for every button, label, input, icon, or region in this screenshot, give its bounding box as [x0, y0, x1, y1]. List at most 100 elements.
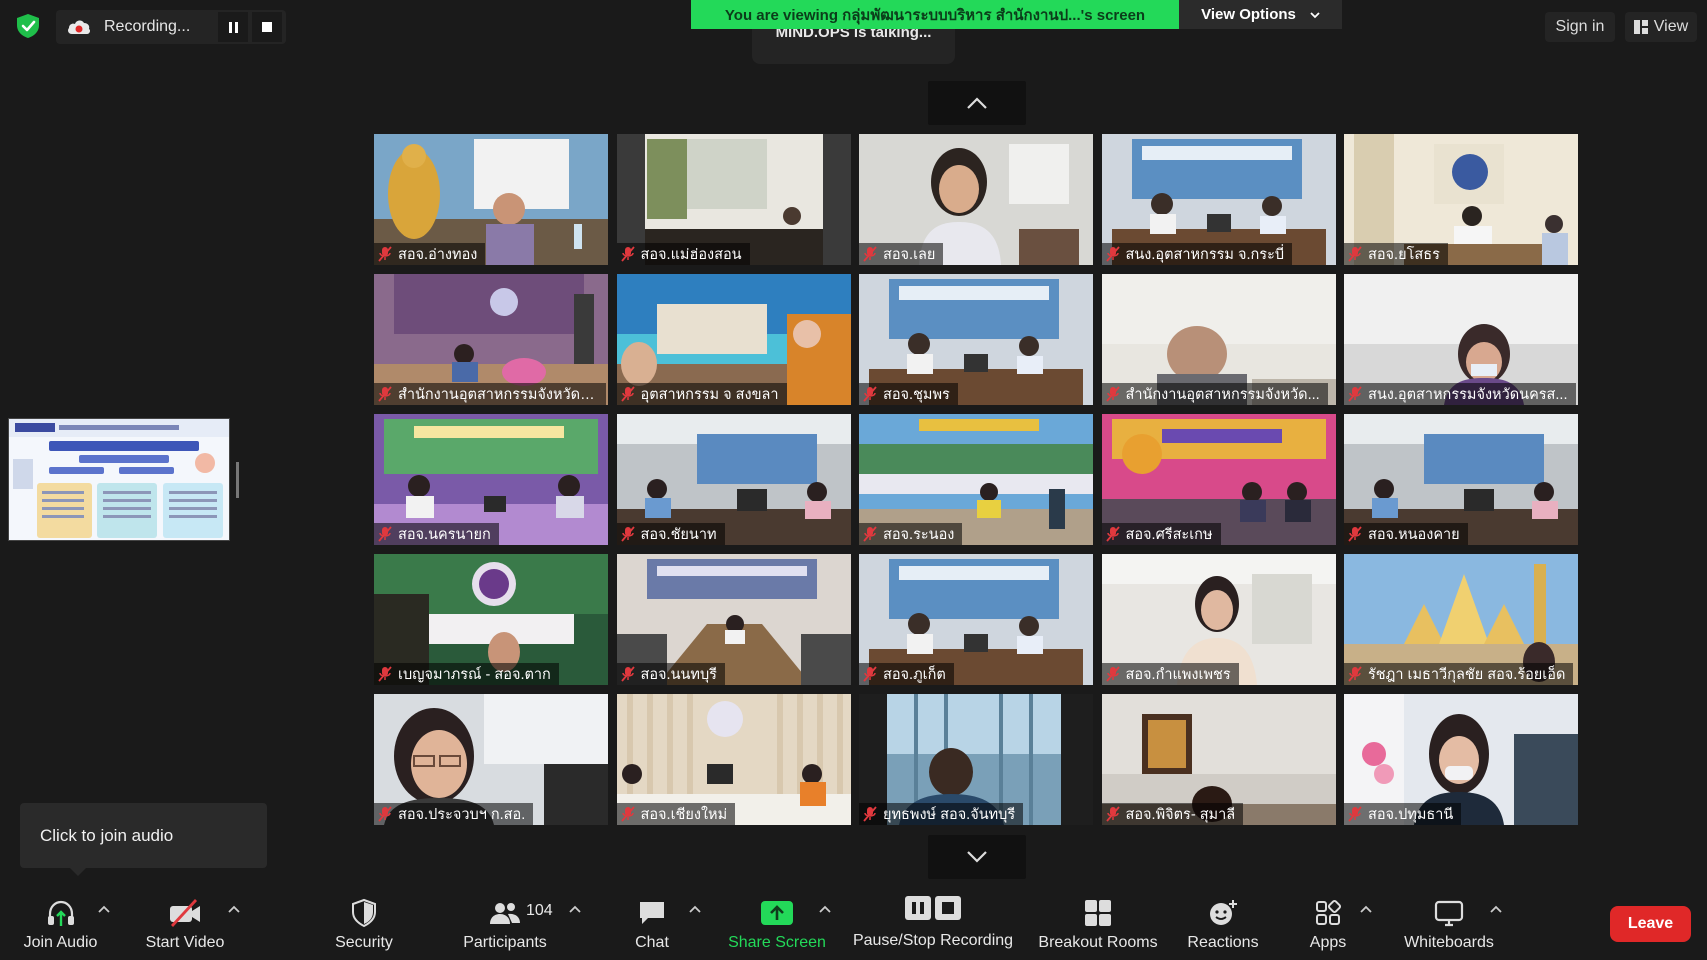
pause-stop-recording-button[interactable]: Pause/Stop Recording — [848, 882, 1018, 960]
participant-video-tile[interactable]: สอจ.ประจวบฯ ก.สอ. — [374, 694, 608, 825]
muted-mic-icon — [863, 806, 877, 822]
share-screen-button[interactable]: Share Screen — [722, 882, 832, 960]
audio-options-caret-icon[interactable] — [98, 904, 110, 914]
participant-video-tile[interactable]: สอจ.ปทุมธานี — [1344, 694, 1578, 825]
recording-label: Recording... — [104, 18, 191, 35]
whiteboards-button[interactable]: Whiteboards — [1394, 882, 1504, 960]
reactions-button[interactable]: Reactions — [1178, 882, 1268, 960]
join-audio-tooltip[interactable]: Click to join audio — [20, 803, 267, 876]
security-shield-icon[interactable] — [14, 12, 42, 40]
gallery-page-up-button[interactable] — [928, 81, 1026, 125]
participant-name: อุตสาหกรรม จ สงขลา — [640, 386, 779, 403]
video-off-icon — [170, 899, 200, 927]
muted-mic-icon — [863, 386, 877, 402]
breakout-rooms-button[interactable]: Breakout Rooms — [1034, 882, 1162, 960]
participant-video-tile[interactable]: สนง.อุตสาหกรรม จ.กระบี่ — [1101, 134, 1336, 265]
start-video-button[interactable]: Start Video — [130, 882, 240, 960]
participant-video-tile[interactable]: สอจ.หนองคาย — [1344, 414, 1578, 545]
gallery-page-down-button[interactable] — [928, 835, 1026, 879]
share-screen-icon — [761, 901, 793, 925]
security-icon — [352, 898, 376, 928]
participant-name: สอจ.เชียงใหม่ — [640, 806, 728, 823]
participants-options-caret-icon[interactable] — [569, 904, 581, 914]
participant-video-tile[interactable]: สอจ.นครนายก — [374, 414, 608, 545]
thumbnail-resize-handle[interactable] — [236, 462, 239, 498]
whiteboards-options-caret-icon[interactable] — [1490, 904, 1502, 914]
participant-video-tile[interactable]: รัชฎา เมธาวีกุลชัย สอจ.ร้อยเอ็ด — [1344, 554, 1578, 685]
participant-video-tile[interactable]: สอจ.นนทบุรี — [616, 554, 851, 685]
participant-name: สอจ.เลย — [883, 246, 936, 263]
participant-video-tile[interactable]: สอจ.ศรีสะเกษ — [1101, 414, 1336, 545]
participant-nametag: สอจ.ชุมพร — [859, 383, 958, 405]
participant-video-tile[interactable]: สอจ.ระนอง — [859, 414, 1093, 545]
video-options-caret-icon[interactable] — [228, 904, 240, 914]
participant-video-tile[interactable]: ยุทธพงษ์ สอจ.จันทบุรี — [859, 694, 1093, 825]
pause-recording-button[interactable] — [218, 12, 248, 42]
shared-screen-thumbnail[interactable] — [8, 418, 230, 541]
security-button[interactable]: Security — [318, 882, 410, 960]
sign-in-button[interactable]: Sign in — [1545, 12, 1615, 42]
join-audio-button[interactable]: Join Audio — [8, 882, 113, 960]
whiteboards-label: Whiteboards — [1404, 934, 1494, 951]
muted-mic-icon — [378, 806, 392, 822]
participant-name: สอจ.อ่างทอง — [398, 246, 478, 263]
participant-nametag: สอจ.เลย — [859, 243, 944, 265]
participant-name: สอจ.ระนอง — [883, 526, 955, 543]
participant-nametag: สอจ.พิจิตร- สุมาลี — [1101, 803, 1244, 825]
start-video-label: Start Video — [145, 934, 225, 951]
reactions-icon — [1210, 900, 1237, 925]
participant-video-tile[interactable]: สอจ.เชียงใหม่ — [616, 694, 851, 825]
participant-video-tile[interactable]: สอจ.ชัยนาท — [616, 414, 851, 545]
participant-video-tile[interactable]: สำนักงานอุตสาหกรรมจังหวัดสุ... — [374, 274, 608, 405]
share-options-caret-icon[interactable] — [819, 904, 831, 914]
participant-name: สอจ.ชุมพร — [883, 386, 950, 403]
participant-video-tile[interactable]: สำนักงานอุตสาหกรรมจังหวัด... — [1101, 274, 1336, 405]
participant-nametag: สอจ.ระนอง — [859, 523, 963, 545]
leave-meeting-button[interactable]: Leave — [1610, 906, 1691, 942]
apps-button[interactable]: Apps — [1298, 882, 1358, 960]
muted-mic-icon — [378, 386, 392, 402]
participant-nametag: สอจ.ยโสธร — [1344, 243, 1448, 265]
apps-options-caret-icon[interactable] — [1360, 904, 1372, 914]
participant-nametag: สำนักงานอุตสาหกรรมจังหวัด... — [1101, 383, 1328, 405]
participant-video-tile[interactable]: อุตสาหกรรม จ สงขลา — [616, 274, 851, 405]
chat-options-caret-icon[interactable] — [689, 904, 701, 914]
participant-video-tile[interactable]: สอจ.ชุมพร — [859, 274, 1093, 405]
chat-label: Chat — [635, 934, 669, 951]
participants-count: 104 — [526, 902, 553, 919]
participant-video-tile[interactable]: สอจ.พิจิตร- สุมาลี — [1101, 694, 1336, 825]
participants-icon — [490, 903, 520, 924]
participant-nametag: เบญจมาภรณ์ - สอจ.ตาก — [374, 663, 559, 685]
muted-mic-icon — [378, 246, 392, 262]
stop-recording-button[interactable] — [252, 12, 282, 42]
participant-nametag: อุตสาหกรรม จ สงขลา — [616, 383, 787, 405]
participant-video-tile[interactable]: สนง.อุตสาหกรรมจังหวัดนครส... — [1344, 274, 1578, 405]
participant-video-tile[interactable]: สอจ.แม่ฮ่องสอน — [616, 134, 851, 265]
participant-nametag: สอจ.นครนายก — [374, 523, 499, 545]
join-audio-label: Join Audio — [23, 934, 98, 951]
muted-mic-icon — [1348, 246, 1362, 262]
participant-video-tile[interactable]: เบญจมาภรณ์ - สอจ.ตาก — [374, 554, 608, 685]
participant-video-tile[interactable]: สอจ.อ่างทอง — [374, 134, 608, 265]
recording-indicator: Recording... — [56, 10, 286, 44]
participant-video-tile[interactable]: สอจ.เลย — [859, 134, 1093, 265]
chat-button[interactable]: Chat — [622, 882, 682, 960]
participant-nametag: สอจ.กำแพงเพชร — [1101, 663, 1239, 685]
participant-nametag: สอจ.อ่างทอง — [374, 243, 486, 265]
participant-name: สอจ.หนองคาย — [1368, 526, 1460, 543]
meeting-toolbar: Join Audio Start Video Security Particip… — [0, 882, 1707, 960]
participant-nametag: สำนักงานอุตสาหกรรมจังหวัดสุ... — [374, 383, 606, 405]
participant-nametag: สอจ.นนทบุรี — [616, 663, 725, 685]
view-options-button[interactable]: View Options — [1179, 0, 1342, 29]
participant-name: สอจ.ปทุมธานี — [1368, 806, 1454, 823]
participants-button[interactable]: Participants — [455, 882, 555, 960]
participant-video-tile[interactable]: สอจ.กำแพงเพชร — [1101, 554, 1336, 685]
shared-slide-preview — [9, 419, 229, 540]
muted-mic-icon — [620, 246, 635, 262]
stop-icon — [262, 22, 272, 32]
participant-video-tile[interactable]: สอจ.ภูเก็ต — [859, 554, 1093, 685]
chevron-down-icon — [1310, 11, 1320, 18]
chat-icon — [640, 902, 664, 924]
participant-video-tile[interactable]: สอจ.ยโสธร — [1344, 134, 1578, 265]
view-layout-button[interactable]: View — [1625, 12, 1697, 42]
